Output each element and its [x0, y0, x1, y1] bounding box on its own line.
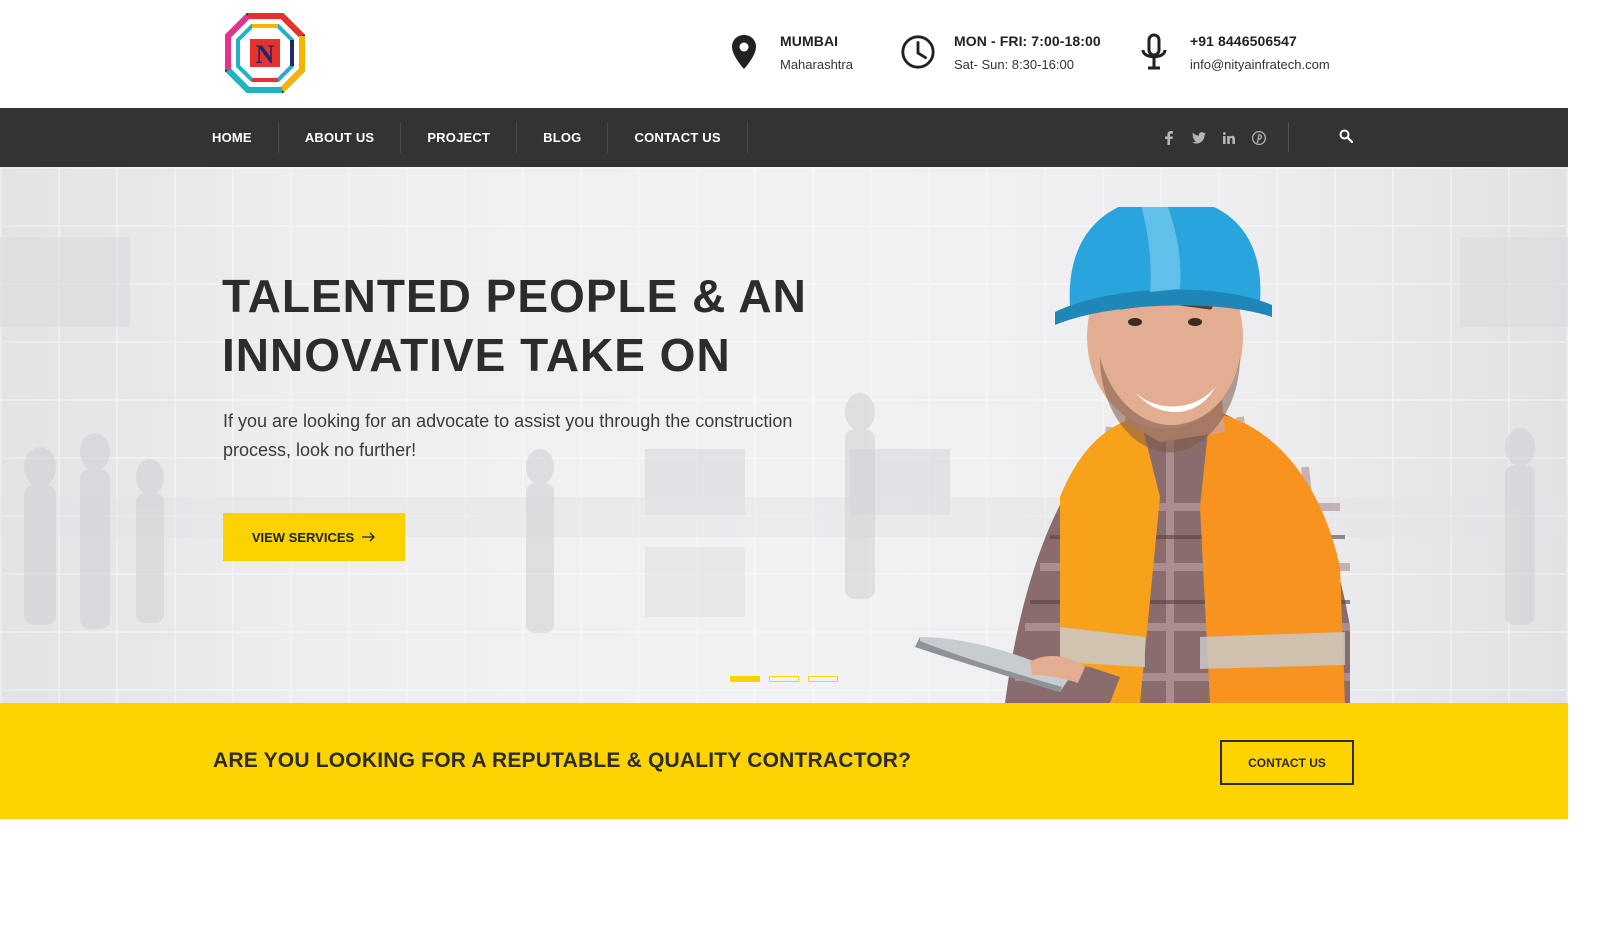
social-links: [1154, 108, 1274, 167]
nav-menu: HOME ABOUT US PROJECT BLOG CONTACT US: [212, 108, 748, 167]
microphone-icon: [1136, 32, 1172, 72]
company-logo[interactable]: N: [224, 12, 306, 94]
slider-dot-3[interactable]: [808, 676, 838, 682]
slider-dot-2[interactable]: [769, 676, 799, 682]
slider-pagination: [730, 676, 847, 682]
svg-text:N: N: [256, 40, 275, 69]
nav-divider: [1288, 123, 1289, 152]
hero-subtitle: If you are looking for an advocate to as…: [223, 411, 793, 460]
pinterest-icon[interactable]: [1244, 128, 1274, 148]
logo-icon: N: [225, 13, 305, 93]
view-services-button[interactable]: VIEW SERVICES: [223, 513, 405, 561]
weekend-hours: Sat- Sun: 8:30-16:00: [954, 57, 1074, 72]
contractor-cta-band: ARE YOU LOOKING FOR A REPUTABLE & QUALIT…: [0, 703, 1568, 819]
search-icon[interactable]: [1334, 124, 1358, 148]
hero-title-line-1: TALENTED PEOPLE & AN: [222, 270, 807, 322]
cta-heading: ARE YOU LOOKING FOR A REPUTABLE & QUALIT…: [213, 749, 912, 772]
facebook-icon[interactable]: [1154, 128, 1184, 148]
slider-dot-1[interactable]: [730, 676, 760, 682]
construction-worker-image: [915, 207, 1350, 703]
nav-item-home[interactable]: HOME: [212, 123, 278, 153]
linkedin-icon[interactable]: [1214, 128, 1244, 148]
nav-item-project[interactable]: PROJECT: [400, 122, 516, 153]
top-header: N MUMBAI Maharashtra MON - FRI: 7:00-18:…: [0, 0, 1568, 108]
contact-us-button[interactable]: CONTACT US: [1220, 740, 1354, 785]
location-state: Maharashtra: [780, 57, 853, 72]
weekday-hours: MON - FRI: 7:00-18:00: [954, 33, 1101, 49]
view-services-label: VIEW SERVICES: [251, 529, 355, 545]
location-info: MUMBAI Maharashtra: [726, 32, 853, 74]
nav-item-contact-us[interactable]: CONTACT US: [607, 122, 748, 153]
location-city: MUMBAI: [780, 33, 839, 49]
clock-icon: [900, 32, 936, 72]
email-address[interactable]: info@nityainfratech.com: [1190, 56, 1330, 74]
hero-title-line-2: INNOVATIVE TAKE ON: [222, 329, 731, 381]
nav-item-about-us[interactable]: ABOUT US: [277, 122, 401, 153]
twitter-icon[interactable]: [1184, 128, 1214, 148]
hero-slider: TALENTED PEOPLE & AN INNOVATIVE TAKE ON …: [0, 167, 1568, 703]
hero-title: TALENTED PEOPLE & AN INNOVATIVE TAKE ON: [222, 267, 862, 385]
nav-item-blog[interactable]: BLOG: [516, 122, 607, 153]
arrow-right-icon: [362, 532, 376, 542]
phone-number[interactable]: +91 8446506547: [1190, 32, 1330, 50]
map-pin-icon: [726, 32, 762, 72]
contact-info: +91 8446506547 info@nityainfratech.com: [1136, 32, 1330, 74]
main-navigation: HOME ABOUT US PROJECT BLOG CONTACT US: [0, 108, 1568, 167]
hours-info: MON - FRI: 7:00-18:00 Sat- Sun: 8:30-16:…: [900, 32, 1101, 74]
